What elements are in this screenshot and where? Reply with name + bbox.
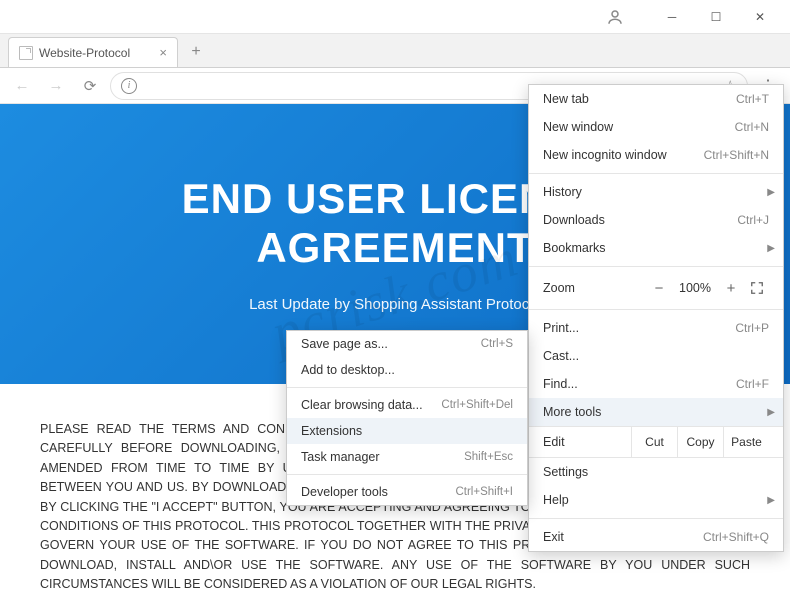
menu-separator xyxy=(287,387,527,388)
page-icon xyxy=(19,46,33,60)
submenu-add-to-desktop[interactable]: Add to desktop... xyxy=(287,357,527,383)
back-button[interactable]: ← xyxy=(8,72,36,100)
window-maximize-button[interactable]: ☐ xyxy=(694,2,738,32)
menu-print[interactable]: Print...Ctrl+P xyxy=(529,314,783,342)
window-titlebar: ─ ☐ ✕ xyxy=(0,0,790,34)
edit-cut-button[interactable]: Cut xyxy=(631,427,677,457)
forward-button[interactable]: → xyxy=(42,72,70,100)
zoom-in-button[interactable]: + xyxy=(717,280,745,297)
menu-new-tab[interactable]: New tabCtrl+T xyxy=(529,85,783,113)
edit-paste-button[interactable]: Paste xyxy=(723,427,769,457)
window-close-button[interactable]: ✕ xyxy=(738,2,782,32)
menu-separator xyxy=(529,309,783,310)
menu-cast[interactable]: Cast... xyxy=(529,342,783,370)
menu-separator xyxy=(529,518,783,519)
hero-subtitle: Last Update by Shopping Assistant Protoc… xyxy=(249,296,541,313)
menu-new-window[interactable]: New windowCtrl+N xyxy=(529,113,783,141)
submenu-clear-browsing-data[interactable]: Clear browsing data...Ctrl+Shift+Del xyxy=(287,392,527,418)
menu-separator xyxy=(287,474,527,475)
menu-edit: Edit Cut Copy Paste xyxy=(529,426,783,458)
new-tab-button[interactable]: + xyxy=(184,40,208,64)
menu-separator xyxy=(529,173,783,174)
menu-zoom: Zoom − 100% + xyxy=(529,271,783,305)
main-menu: New tabCtrl+T New windowCtrl+N New incog… xyxy=(528,84,784,552)
fullscreen-button[interactable] xyxy=(745,281,769,295)
submenu-task-manager[interactable]: Task managerShift+Esc xyxy=(287,444,527,470)
browser-tab[interactable]: Website-Protocol × xyxy=(8,37,178,67)
menu-find[interactable]: Find...Ctrl+F xyxy=(529,370,783,398)
menu-history[interactable]: History▶ xyxy=(529,178,783,206)
menu-settings[interactable]: Settings xyxy=(529,458,783,486)
window-minimize-button[interactable]: ─ xyxy=(650,2,694,32)
menu-downloads[interactable]: DownloadsCtrl+J xyxy=(529,206,783,234)
menu-separator xyxy=(529,266,783,267)
menu-bookmarks[interactable]: Bookmarks▶ xyxy=(529,234,783,262)
chevron-right-icon: ▶ xyxy=(767,495,775,506)
zoom-value: 100% xyxy=(673,281,717,295)
tab-title: Website-Protocol xyxy=(39,46,153,60)
chevron-right-icon: ▶ xyxy=(767,243,775,254)
more-tools-submenu: Save page as...Ctrl+S Add to desktop... … xyxy=(286,330,528,506)
chevron-right-icon: ▶ xyxy=(767,187,775,198)
menu-exit[interactable]: ExitCtrl+Shift+Q xyxy=(529,523,783,551)
site-info-icon[interactable]: i xyxy=(121,78,137,94)
tab-close-icon[interactable]: × xyxy=(159,45,167,60)
menu-incognito[interactable]: New incognito windowCtrl+Shift+N xyxy=(529,141,783,169)
zoom-out-button[interactable]: − xyxy=(645,280,673,297)
submenu-extensions[interactable]: Extensions xyxy=(287,418,527,444)
chevron-right-icon: ▶ xyxy=(767,407,775,418)
account-icon[interactable] xyxy=(600,2,630,32)
menu-help[interactable]: Help▶ xyxy=(529,486,783,514)
submenu-save-page-as[interactable]: Save page as...Ctrl+S xyxy=(287,331,527,357)
edit-copy-button[interactable]: Copy xyxy=(677,427,723,457)
tab-strip: Website-Protocol × + xyxy=(0,34,790,68)
reload-button[interactable]: ⟳ xyxy=(76,72,104,100)
menu-more-tools[interactable]: More tools▶ xyxy=(529,398,783,426)
submenu-developer-tools[interactable]: Developer toolsCtrl+Shift+I xyxy=(287,479,527,505)
